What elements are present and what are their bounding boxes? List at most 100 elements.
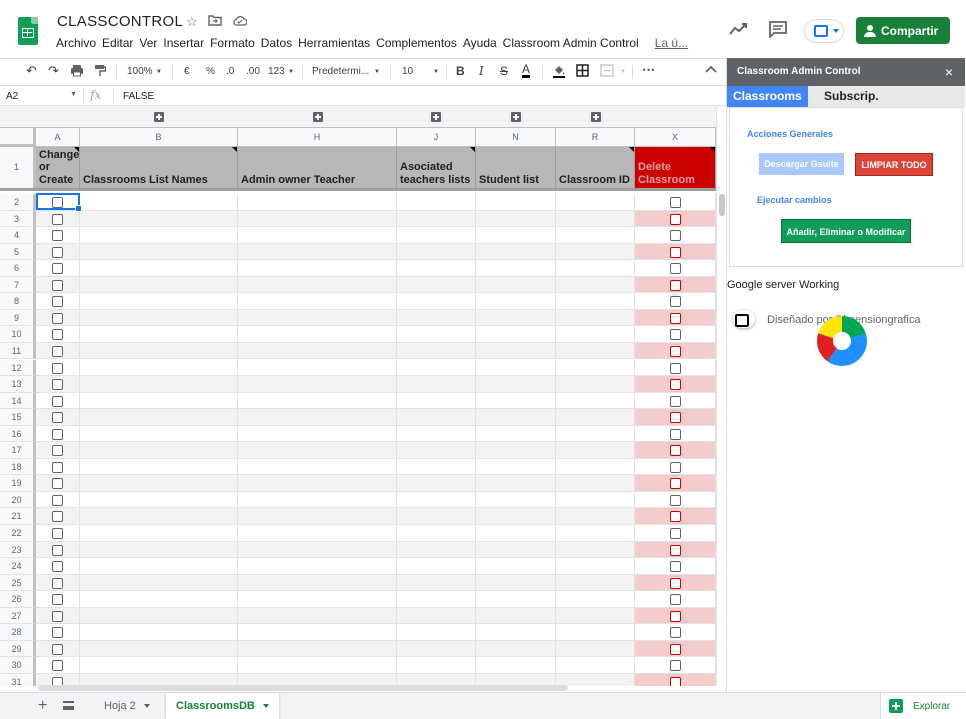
scroll-thumb[interactable] — [719, 194, 725, 216]
menu-classroom-admin-control[interactable]: Classroom Admin Control — [503, 36, 645, 50]
table-cell[interactable] — [80, 342, 238, 360]
row-number[interactable]: 5 — [0, 243, 36, 261]
table-cell[interactable] — [80, 276, 238, 294]
row-number[interactable]: 21 — [0, 508, 36, 525]
change-or-create-checkbox[interactable] — [52, 213, 63, 225]
menu-ver[interactable]: Ver — [139, 36, 163, 50]
table-cell[interactable] — [238, 392, 397, 410]
table-cell[interactable] — [238, 541, 397, 559]
limpiar-todo-button[interactable]: LIMPIAR TODO — [855, 153, 933, 176]
table-cell[interactable] — [476, 309, 556, 327]
header-cell-classroom-id[interactable]: Classroom ID — [556, 147, 635, 188]
cloud-status-icon[interactable] — [232, 14, 248, 29]
delete-classroom-checkbox[interactable] — [670, 627, 681, 639]
row-number[interactable]: 30 — [0, 657, 36, 674]
table-cell[interactable] — [397, 508, 476, 525]
table-cell[interactable] — [476, 293, 556, 310]
table-cell[interactable] — [556, 409, 635, 426]
bold-button[interactable]: B — [456, 64, 465, 78]
table-cell[interactable] — [635, 475, 716, 492]
table-cell[interactable] — [36, 525, 80, 542]
close-icon[interactable]: × — [945, 58, 953, 86]
redo-icon[interactable]: ↷ — [48, 63, 59, 79]
row-number[interactable]: 17 — [0, 442, 36, 459]
font-select[interactable]: Predetermi... — [312, 66, 369, 77]
table-cell[interactable] — [238, 574, 397, 592]
table-cell[interactable] — [238, 376, 397, 393]
delete-classroom-checkbox[interactable] — [670, 395, 681, 407]
row-number[interactable]: 8 — [0, 293, 36, 310]
table-cell[interactable] — [80, 392, 238, 410]
table-cell[interactable] — [80, 508, 238, 525]
chevron-down-icon[interactable] — [143, 704, 150, 708]
horizontal-scrollbar[interactable] — [36, 684, 716, 692]
table-cell[interactable] — [80, 376, 238, 393]
table-cell[interactable] — [36, 293, 80, 310]
table-cell[interactable] — [80, 442, 238, 459]
table-cell[interactable] — [238, 293, 397, 310]
table-cell[interactable] — [635, 607, 716, 625]
table-cell[interactable] — [635, 342, 716, 360]
table-cell[interactable] — [476, 574, 556, 592]
table-cell[interactable] — [397, 359, 476, 377]
table-cell[interactable] — [36, 640, 80, 658]
table-cell[interactable] — [36, 194, 80, 211]
row-number[interactable]: 18 — [0, 458, 36, 476]
table-cell[interactable] — [36, 227, 80, 244]
table-cell[interactable] — [238, 442, 397, 459]
column-header-j[interactable]: J — [397, 128, 476, 147]
delete-classroom-checkbox[interactable] — [670, 296, 681, 308]
italic-button[interactable]: I — [479, 64, 484, 78]
column-header-x[interactable]: X — [635, 128, 716, 147]
table-cell[interactable] — [556, 376, 635, 393]
table-cell[interactable] — [556, 243, 635, 261]
table-cell[interactable] — [80, 210, 238, 228]
table-cell[interactable] — [635, 293, 716, 310]
table-cell[interactable] — [476, 376, 556, 393]
table-cell[interactable] — [397, 210, 476, 228]
table-cell[interactable] — [397, 541, 476, 559]
merge-cells-icon[interactable] — [600, 64, 614, 80]
name-box-chevron-icon[interactable]: ▼ — [70, 91, 77, 98]
table-cell[interactable] — [36, 425, 80, 443]
table-cell[interactable] — [80, 458, 238, 476]
table-cell[interactable] — [36, 276, 80, 294]
menu-archivo[interactable]: Archivo — [56, 36, 102, 50]
table-cell[interactable] — [556, 326, 635, 343]
table-cell[interactable] — [476, 624, 556, 641]
expand-group-icon[interactable] — [591, 112, 601, 122]
table-cell[interactable] — [397, 276, 476, 294]
explore-trend-icon[interactable] — [728, 22, 748, 36]
move-to-folder-icon[interactable] — [208, 14, 222, 29]
table-cell[interactable] — [80, 243, 238, 261]
change-or-create-checkbox[interactable] — [52, 395, 63, 407]
table-cell[interactable] — [556, 640, 635, 658]
table-cell[interactable] — [556, 442, 635, 459]
table-cell[interactable] — [635, 442, 716, 459]
row-number[interactable]: 20 — [0, 491, 36, 509]
row-number[interactable]: 13 — [0, 376, 36, 393]
change-or-create-checkbox[interactable] — [52, 246, 63, 258]
table-cell[interactable] — [476, 409, 556, 426]
table-cell[interactable] — [476, 276, 556, 294]
table-cell[interactable] — [556, 591, 635, 608]
table-cell[interactable] — [238, 525, 397, 542]
table-cell[interactable] — [476, 326, 556, 343]
document-title[interactable]: CLASSCONTROL — [57, 13, 183, 30]
change-or-create-checkbox[interactable] — [52, 345, 63, 357]
add-sheet-icon[interactable]: + — [38, 697, 47, 715]
chevron-down-icon[interactable] — [262, 704, 269, 708]
expand-group-icon[interactable] — [154, 112, 164, 122]
delete-classroom-checkbox[interactable] — [670, 428, 681, 440]
table-cell[interactable] — [635, 491, 716, 509]
sheet-tab-hoja-2[interactable]: Hoja 2 — [94, 693, 160, 719]
change-or-create-checkbox[interactable] — [52, 279, 63, 291]
table-cell[interactable] — [635, 392, 716, 410]
row-number[interactable]: 15 — [0, 409, 36, 426]
table-cell[interactable] — [36, 260, 80, 277]
table-cell[interactable] — [238, 591, 397, 608]
table-cell[interactable] — [397, 458, 476, 476]
delete-classroom-checkbox[interactable] — [670, 246, 681, 258]
row-number[interactable]: 31 — [0, 673, 36, 686]
table-cell[interactable] — [635, 591, 716, 608]
